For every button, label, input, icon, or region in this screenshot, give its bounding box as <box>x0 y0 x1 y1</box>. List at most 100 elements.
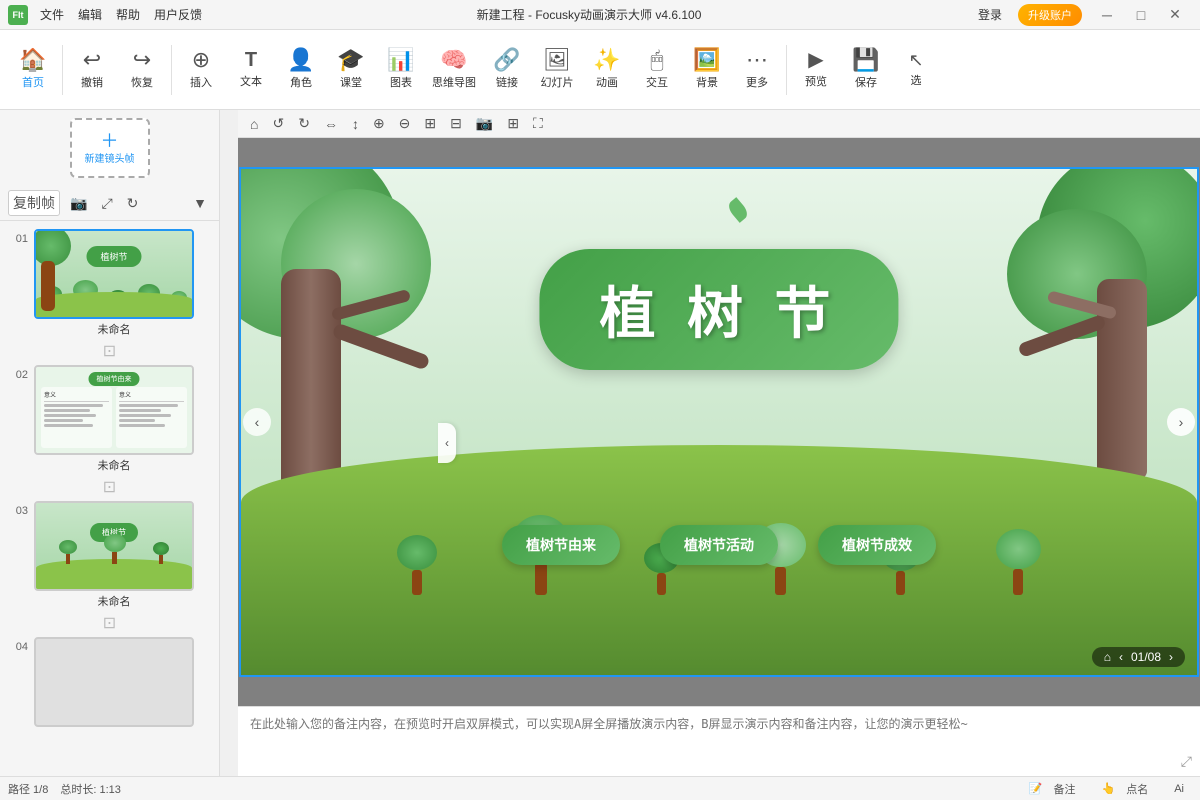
next-slide-icon[interactable]: › <box>1169 650 1173 664</box>
background-icon: 🖼️ <box>693 49 720 71</box>
notes-expand-icon[interactable]: ⤢ <box>1181 753 1192 770</box>
chart-label: 图表 <box>390 74 412 90</box>
roll-call-button[interactable]: 👆 点名 <box>1094 779 1157 799</box>
thumb2-title: 植树节由来 <box>89 372 140 386</box>
toolbar-home[interactable]: 🏠 首页 <box>8 45 58 94</box>
toolbar-chart[interactable]: 📊 图表 <box>376 45 426 94</box>
minimize-button[interactable]: ─ <box>1090 0 1124 30</box>
slide-number-2: 02 <box>8 369 28 381</box>
roll-call-icon: 👆 <box>1098 781 1120 796</box>
save-icon: 💾 <box>852 49 879 71</box>
refresh-icon[interactable]: ↻ <box>123 193 143 214</box>
toolbar-link[interactable]: 🔗 链接 <box>482 45 532 94</box>
toolbar-select[interactable]: ↖ 选 <box>891 47 941 92</box>
slide-counter: ⌂ ‹ 01/08 › <box>1092 647 1185 667</box>
notes-status-button[interactable]: 📝 备注 <box>1021 779 1084 799</box>
slide-item-1[interactable]: 01 植树节 <box>0 225 219 341</box>
zoom-out-icon[interactable]: ⊖ <box>395 113 415 134</box>
ai-button[interactable]: Ai <box>1166 781 1192 797</box>
screenshot-icon[interactable]: 📷 <box>66 193 91 214</box>
slides-list: 01 植树节 <box>0 221 219 776</box>
toolbar-class[interactable]: 🎓 课堂 <box>326 45 376 94</box>
notes-status-label: 备注 <box>1050 780 1080 798</box>
background-label: 背景 <box>696 74 718 90</box>
toolbar-mindmap[interactable]: 🧠 思维导图 <box>426 45 482 94</box>
flip-h-icon[interactable]: ⇔ <box>320 114 342 134</box>
redo-icon: ↪ <box>133 49 151 71</box>
info-btn-result[interactable]: 植树节成效 <box>818 525 936 565</box>
slide-item-3[interactable]: 03 植树节 未命名 <box>0 497 219 613</box>
toolbar-slide[interactable]: 🖼 幻灯片 <box>532 45 582 94</box>
zoom-in-icon[interactable]: ⊕ <box>369 113 389 134</box>
distribute-icon[interactable]: ⊟ <box>446 113 466 134</box>
notes-status-icon: 📝 <box>1025 781 1047 796</box>
more-icon: ⋯ <box>746 49 768 71</box>
copy-frame-button[interactable]: 复制帧 <box>8 190 60 216</box>
toolbar-save[interactable]: 💾 保存 <box>841 45 891 94</box>
select-label: 选 <box>911 72 922 88</box>
slide-title-text: 植 树 节 <box>599 282 838 345</box>
info-btn-origin[interactable]: 植树节由来 <box>502 525 620 565</box>
slide-thumbnail-1[interactable]: 植树节 <box>34 229 194 319</box>
resize-icon[interactable]: ⤢ <box>97 193 116 214</box>
expand-icon[interactable]: ⛶ <box>529 113 547 134</box>
preview-icon: ▶ <box>808 50 823 70</box>
align-icon[interactable]: ⊞ <box>420 113 440 134</box>
slide-number-1: 01 <box>8 233 28 245</box>
nav-right-button[interactable]: › <box>1167 408 1195 436</box>
close-button[interactable]: ✕ <box>1158 0 1192 30</box>
toolbar-divider-3 <box>786 45 787 95</box>
more-label: 更多 <box>746 74 768 90</box>
nav-left-button[interactable]: ‹ <box>243 408 271 436</box>
toolbar-redo[interactable]: ↪ 恢复 <box>117 45 167 94</box>
toolbar-more[interactable]: ⋯ 更多 <box>732 45 782 94</box>
ai-label: Ai <box>1170 782 1188 796</box>
toolbar-preview[interactable]: ▶ 预览 <box>791 46 841 93</box>
insert-icon: ⊕ <box>192 49 210 71</box>
slide-counter-text: 01/08 <box>1131 650 1161 664</box>
info-buttons: 植树节由来 植树节活动 植树节成效 <box>502 525 936 565</box>
prev-slide-icon[interactable]: ‹ <box>1119 650 1123 664</box>
status-bar: 路径 1/8 总时长: 1:13 📝 备注 👆 点名 Ai <box>0 776 1200 800</box>
toolbar-text[interactable]: T 文本 <box>226 46 276 93</box>
slide-thumbnail-2[interactable]: 植树节由来 意义 <box>34 365 194 455</box>
spacer-icon-3: ⊡ <box>103 613 116 633</box>
chevron-left-icon: ‹ <box>445 436 449 450</box>
menu-feedback[interactable]: 用户反馈 <box>148 4 208 25</box>
slide-thumbnail-4[interactable] <box>34 637 194 727</box>
new-frame-button[interactable]: ＋ 新建镜头帧 <box>70 118 150 178</box>
flip-v-icon[interactable]: ↕ <box>348 114 363 134</box>
toolbar-character[interactable]: 👤 角色 <box>276 45 326 94</box>
toolbar-background[interactable]: 🖼️ 背景 <box>682 45 732 94</box>
link-icon: 🔗 <box>493 49 520 71</box>
toolbar-divider-2 <box>171 45 172 95</box>
info-btn-activity[interactable]: 植树节活动 <box>660 525 778 565</box>
link-label: 链接 <box>496 74 518 90</box>
menu-edit[interactable]: 编辑 <box>72 4 108 25</box>
slide-wrapper-1: 植树节 <box>34 229 194 337</box>
spacer-icon-1: ⊡ <box>103 341 116 361</box>
menu-help[interactable]: 帮助 <box>110 4 146 25</box>
toolbar: 🏠 首页 ↩ 撤销 ↪ 恢复 ⊕ 插入 T 文本 👤 角色 🎓 课堂 📊 图表 … <box>0 30 1200 110</box>
rotate-right-icon[interactable]: ↻ <box>294 113 314 134</box>
sidebar-toggle-button[interactable]: ‹ <box>438 423 456 463</box>
menu-file[interactable]: 文件 <box>34 4 70 25</box>
rotate-left-icon[interactable]: ↺ <box>268 113 288 134</box>
slide-spacer-1: ⊡ <box>0 341 219 361</box>
toolbar-animation[interactable]: ✨ 动画 <box>582 45 632 94</box>
toolbar-insert[interactable]: ⊕ 插入 <box>176 45 226 94</box>
slide-item-2[interactable]: 02 植树节由来 意义 <box>0 361 219 477</box>
home-nav-icon[interactable]: ⌂ <box>246 114 262 134</box>
home-small-icon[interactable]: ⌂ <box>1104 650 1111 664</box>
maximize-button[interactable]: □ <box>1124 0 1158 30</box>
toolbar-undo[interactable]: ↩ 撤销 <box>67 45 117 94</box>
slide-item-4[interactable]: 04 <box>0 633 219 731</box>
notes-input[interactable] <box>250 707 1188 776</box>
sidebar-collapse-button[interactable]: ▼ <box>189 193 211 213</box>
camera-icon[interactable]: 📷 <box>472 113 497 134</box>
toolbar-interact[interactable]: 🖱 交互 <box>632 45 682 94</box>
upgrade-button[interactable]: 升级账户 <box>1018 4 1082 26</box>
login-button[interactable]: 登录 <box>970 4 1010 25</box>
grid-icon[interactable]: ⊞ <box>503 113 523 134</box>
slide-thumbnail-3[interactable]: 植树节 <box>34 501 194 591</box>
